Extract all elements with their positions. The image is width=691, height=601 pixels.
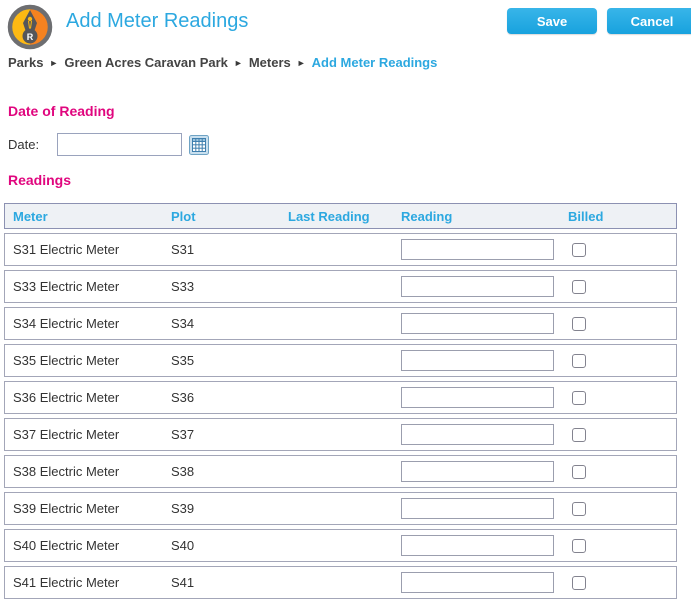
reading-cell: [401, 350, 568, 371]
cancel-button[interactable]: Cancel: [607, 8, 691, 34]
readings-table-body: S31 Electric Meter S31 S33 Electric Mete…: [4, 233, 677, 601]
plot-name: S34: [171, 316, 288, 331]
plot-name: S38: [171, 464, 288, 479]
table-row: S34 Electric Meter S34: [4, 307, 677, 340]
billed-checkbox[interactable]: [572, 465, 586, 479]
reading-cell: [401, 239, 568, 260]
table-row: S31 Electric Meter S31: [4, 233, 677, 266]
billed-checkbox[interactable]: [572, 576, 586, 590]
reading-cell: [401, 387, 568, 408]
plot-name: S35: [171, 353, 288, 368]
reading-input[interactable]: [401, 313, 554, 334]
table-row: S37 Electric Meter S37: [4, 418, 677, 451]
column-header-last-reading: Last Reading: [288, 209, 401, 224]
breadcrumb-item-add-meter-readings: Add Meter Readings: [312, 55, 438, 70]
billed-checkbox[interactable]: [572, 428, 586, 442]
meter-name: S35 Electric Meter: [13, 353, 171, 368]
billed-checkbox[interactable]: [572, 502, 586, 516]
reading-input[interactable]: [401, 535, 554, 556]
column-header-meter: Meter: [13, 209, 171, 224]
plot-name: S33: [171, 279, 288, 294]
plot-name: S31: [171, 242, 288, 257]
section-heading-date-of-reading: Date of Reading: [8, 103, 115, 119]
billed-cell: [568, 279, 676, 295]
billed-cell: [568, 464, 676, 480]
billed-checkbox[interactable]: [572, 317, 586, 331]
reading-input[interactable]: [401, 350, 554, 371]
table-row: S33 Electric Meter S33: [4, 270, 677, 303]
meter-name: S41 Electric Meter: [13, 575, 171, 590]
reading-cell: [401, 535, 568, 556]
reading-cell: [401, 572, 568, 593]
billed-cell: [568, 242, 676, 258]
meter-name: S31 Electric Meter: [13, 242, 171, 257]
meter-name: S34 Electric Meter: [13, 316, 171, 331]
billed-checkbox[interactable]: [572, 391, 586, 405]
app-logo-icon: R: [7, 4, 53, 50]
breadcrumb-item-parks[interactable]: Parks: [8, 55, 43, 70]
svg-text:R: R: [27, 32, 34, 42]
reading-cell: [401, 461, 568, 482]
billed-checkbox[interactable]: [572, 354, 586, 368]
reading-input[interactable]: [401, 239, 554, 260]
billed-cell: [568, 427, 676, 443]
date-label: Date:: [8, 137, 39, 152]
plot-name: S36: [171, 390, 288, 405]
breadcrumb-item-green-acres-caravan-park[interactable]: Green Acres Caravan Park: [64, 55, 228, 70]
reading-input[interactable]: [401, 572, 554, 593]
plot-name: S40: [171, 538, 288, 553]
billed-checkbox[interactable]: [572, 280, 586, 294]
table-row: S39 Electric Meter S39: [4, 492, 677, 525]
reading-input[interactable]: [401, 424, 554, 445]
billed-cell: [568, 390, 676, 406]
table-row: S35 Electric Meter S35: [4, 344, 677, 377]
billed-cell: [568, 353, 676, 369]
meter-name: S38 Electric Meter: [13, 464, 171, 479]
reading-input[interactable]: [401, 498, 554, 519]
billed-checkbox[interactable]: [572, 539, 586, 553]
billed-checkbox[interactable]: [572, 243, 586, 257]
meter-name: S36 Electric Meter: [13, 390, 171, 405]
billed-cell: [568, 575, 676, 591]
reading-input[interactable]: [401, 387, 554, 408]
reading-cell: [401, 498, 568, 519]
meter-name: S40 Electric Meter: [13, 538, 171, 553]
breadcrumb-separator-icon: ►: [297, 58, 306, 68]
column-header-plot: Plot: [171, 209, 288, 224]
breadcrumb-separator-icon: ►: [234, 58, 243, 68]
reading-cell: [401, 313, 568, 334]
billed-cell: [568, 501, 676, 517]
billed-cell: [568, 538, 676, 554]
table-row: S38 Electric Meter S38: [4, 455, 677, 488]
reading-cell: [401, 276, 568, 297]
plot-name: S39: [171, 501, 288, 516]
readings-table-header: Meter Plot Last Reading Reading Billed: [4, 203, 677, 229]
save-button[interactable]: Save: [507, 8, 597, 34]
table-row: S36 Electric Meter S36: [4, 381, 677, 414]
meter-name: S39 Electric Meter: [13, 501, 171, 516]
date-input[interactable]: [57, 133, 182, 156]
plot-name: S37: [171, 427, 288, 442]
table-row: S40 Electric Meter S40: [4, 529, 677, 562]
meter-name: S37 Electric Meter: [13, 427, 171, 442]
plot-name: S41: [171, 575, 288, 590]
reading-cell: [401, 424, 568, 445]
table-row: S41 Electric Meter S41: [4, 566, 677, 599]
meter-name: S33 Electric Meter: [13, 279, 171, 294]
reading-input[interactable]: [401, 276, 554, 297]
billed-cell: [568, 316, 676, 332]
section-heading-readings: Readings: [8, 172, 71, 188]
calendar-icon[interactable]: [189, 135, 209, 155]
page-title: Add Meter Readings: [66, 10, 248, 33]
column-header-reading: Reading: [401, 209, 568, 224]
reading-input[interactable]: [401, 461, 554, 482]
breadcrumb-separator-icon: ►: [49, 58, 58, 68]
breadcrumb-item-meters[interactable]: Meters: [249, 55, 291, 70]
breadcrumb: Parks ► Green Acres Caravan Park ► Meters ► Ad…: [8, 55, 437, 70]
column-header-billed: Billed: [568, 209, 676, 224]
add-meter-readings-page: R Add Meter Readings Save Cancel Parks ► G…: [0, 0, 691, 601]
